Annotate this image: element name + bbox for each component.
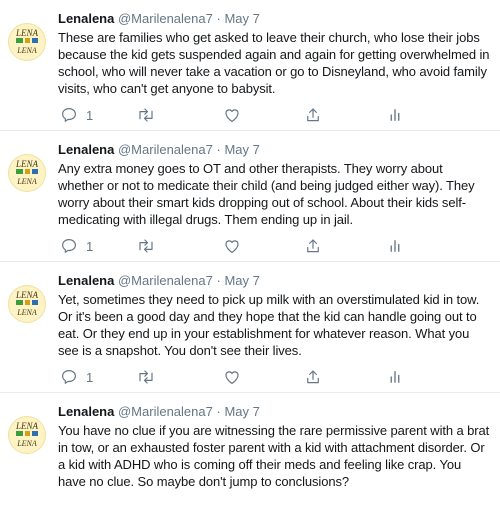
like-button[interactable] bbox=[223, 106, 241, 124]
tweet-thread: LENA LENA Lenalena @Marilenalena7 · May … bbox=[0, 0, 500, 524]
author-name[interactable]: Lenalena bbox=[58, 142, 114, 157]
avatar-image: LENA LENA bbox=[15, 290, 39, 317]
tweet-actions: 1 bbox=[58, 106, 418, 126]
tweet-content: Lenalena @Marilenalena7 · May 7 Any extr… bbox=[58, 142, 490, 228]
tweet-date[interactable]: May 7 bbox=[224, 142, 259, 157]
share-button[interactable] bbox=[304, 106, 322, 124]
share-button[interactable] bbox=[304, 237, 322, 255]
tweet-header: Lenalena @Marilenalena7 · May 7 bbox=[58, 404, 490, 420]
avatar[interactable]: LENA LENA bbox=[8, 23, 46, 61]
like-icon bbox=[225, 109, 239, 122]
tweet-content: Lenalena @Marilenalena7 · May 7 These ar… bbox=[58, 11, 490, 97]
tweet-date[interactable]: May 7 bbox=[224, 273, 259, 288]
tweet-text: Any extra money goes to OT and other the… bbox=[58, 161, 475, 227]
separator-dot: · bbox=[216, 11, 221, 26]
tweet[interactable]: LENA LENA Lenalena @Marilenalena7 · May … bbox=[0, 262, 500, 393]
author-name[interactable]: Lenalena bbox=[58, 273, 114, 288]
author-handle[interactable]: @Marilenalena7 bbox=[118, 11, 213, 26]
tweet-actions: 1 bbox=[58, 237, 418, 257]
reply-button[interactable]: 1 bbox=[60, 106, 93, 124]
tweet-header: Lenalena @Marilenalena7 · May 7 bbox=[58, 273, 490, 289]
avatar-image: LENA LENA bbox=[15, 28, 39, 55]
avatar-image: LENA LENA bbox=[15, 159, 39, 186]
separator-dot: · bbox=[216, 142, 221, 157]
avatar-text-bottom: LENA bbox=[16, 308, 37, 317]
share-icon bbox=[307, 370, 319, 384]
reply-icon bbox=[62, 370, 76, 384]
share-button[interactable] bbox=[304, 368, 322, 386]
retweet-icon bbox=[139, 239, 153, 253]
author-handle[interactable]: @Marilenalena7 bbox=[118, 273, 213, 288]
tweet-content: Lenalena @Marilenalena7 · May 7 You have… bbox=[58, 404, 490, 490]
author-name[interactable]: Lenalena bbox=[58, 404, 114, 419]
reply-button[interactable]: 1 bbox=[60, 237, 93, 255]
retweet-button[interactable] bbox=[136, 106, 156, 124]
tweet-date[interactable]: May 7 bbox=[224, 11, 259, 26]
avatar-text-bottom: LENA bbox=[16, 439, 37, 448]
avatar-text-top: LENA bbox=[15, 28, 39, 38]
share-icon bbox=[307, 108, 319, 122]
like-button[interactable] bbox=[223, 368, 241, 386]
like-button[interactable] bbox=[223, 237, 241, 255]
reply-count: 1 bbox=[86, 369, 94, 385]
author-name[interactable]: Lenalena bbox=[58, 11, 114, 26]
tweet-date[interactable]: May 7 bbox=[224, 404, 259, 419]
analytics-button[interactable] bbox=[386, 237, 404, 255]
share-icon bbox=[307, 239, 319, 253]
reply-button[interactable]: 1 bbox=[60, 368, 93, 386]
analytics-icon bbox=[390, 109, 400, 121]
author-handle[interactable]: @Marilenalena7 bbox=[118, 142, 213, 157]
reply-count: 1 bbox=[86, 107, 94, 123]
retweet-button[interactable] bbox=[136, 368, 156, 386]
analytics-button[interactable] bbox=[386, 368, 404, 386]
tweet-header: Lenalena @Marilenalena7 · May 7 bbox=[58, 11, 490, 27]
retweet-button[interactable] bbox=[136, 237, 156, 255]
avatar[interactable]: LENA LENA bbox=[8, 285, 46, 323]
tweet[interactable]: LENA LENA Lenalena @Marilenalena7 · May … bbox=[0, 0, 500, 131]
tweet-text: You have no clue if you are witnessing t… bbox=[58, 423, 490, 489]
retweet-icon bbox=[139, 370, 153, 384]
analytics-icon bbox=[390, 371, 400, 383]
tweet-header: Lenalena @Marilenalena7 · May 7 bbox=[58, 142, 490, 158]
avatar[interactable]: LENA LENA bbox=[8, 416, 46, 454]
tweet-text: These are families who get asked to leav… bbox=[58, 30, 490, 96]
tweet-text: Yet, sometimes they need to pick up milk… bbox=[58, 292, 480, 358]
avatar-text-top: LENA bbox=[15, 290, 39, 300]
tweet[interactable]: LENA LENA Lenalena @Marilenalena7 · May … bbox=[0, 393, 500, 524]
retweet-icon bbox=[139, 108, 153, 122]
reply-count: 1 bbox=[86, 238, 94, 254]
avatar[interactable]: LENA LENA bbox=[8, 154, 46, 192]
analytics-icon bbox=[390, 240, 400, 252]
like-icon bbox=[225, 240, 239, 253]
avatar-text-bottom: LENA bbox=[16, 177, 37, 186]
avatar-text-bottom: LENA bbox=[16, 46, 37, 55]
separator-dot: · bbox=[216, 273, 221, 288]
author-handle[interactable]: @Marilenalena7 bbox=[118, 404, 213, 419]
tweet-actions: 1 bbox=[58, 368, 418, 388]
avatar-text-top: LENA bbox=[15, 159, 39, 169]
like-icon bbox=[225, 371, 239, 384]
analytics-button[interactable] bbox=[386, 106, 404, 124]
separator-dot: · bbox=[216, 404, 221, 419]
tweet[interactable]: LENA LENA Lenalena @Marilenalena7 · May … bbox=[0, 131, 500, 262]
avatar-image: LENA LENA bbox=[15, 421, 39, 448]
reply-icon bbox=[62, 108, 76, 122]
tweet-content: Lenalena @Marilenalena7 · May 7 Yet, som… bbox=[58, 273, 490, 359]
avatar-text-top: LENA bbox=[15, 421, 39, 431]
reply-icon bbox=[62, 239, 76, 253]
